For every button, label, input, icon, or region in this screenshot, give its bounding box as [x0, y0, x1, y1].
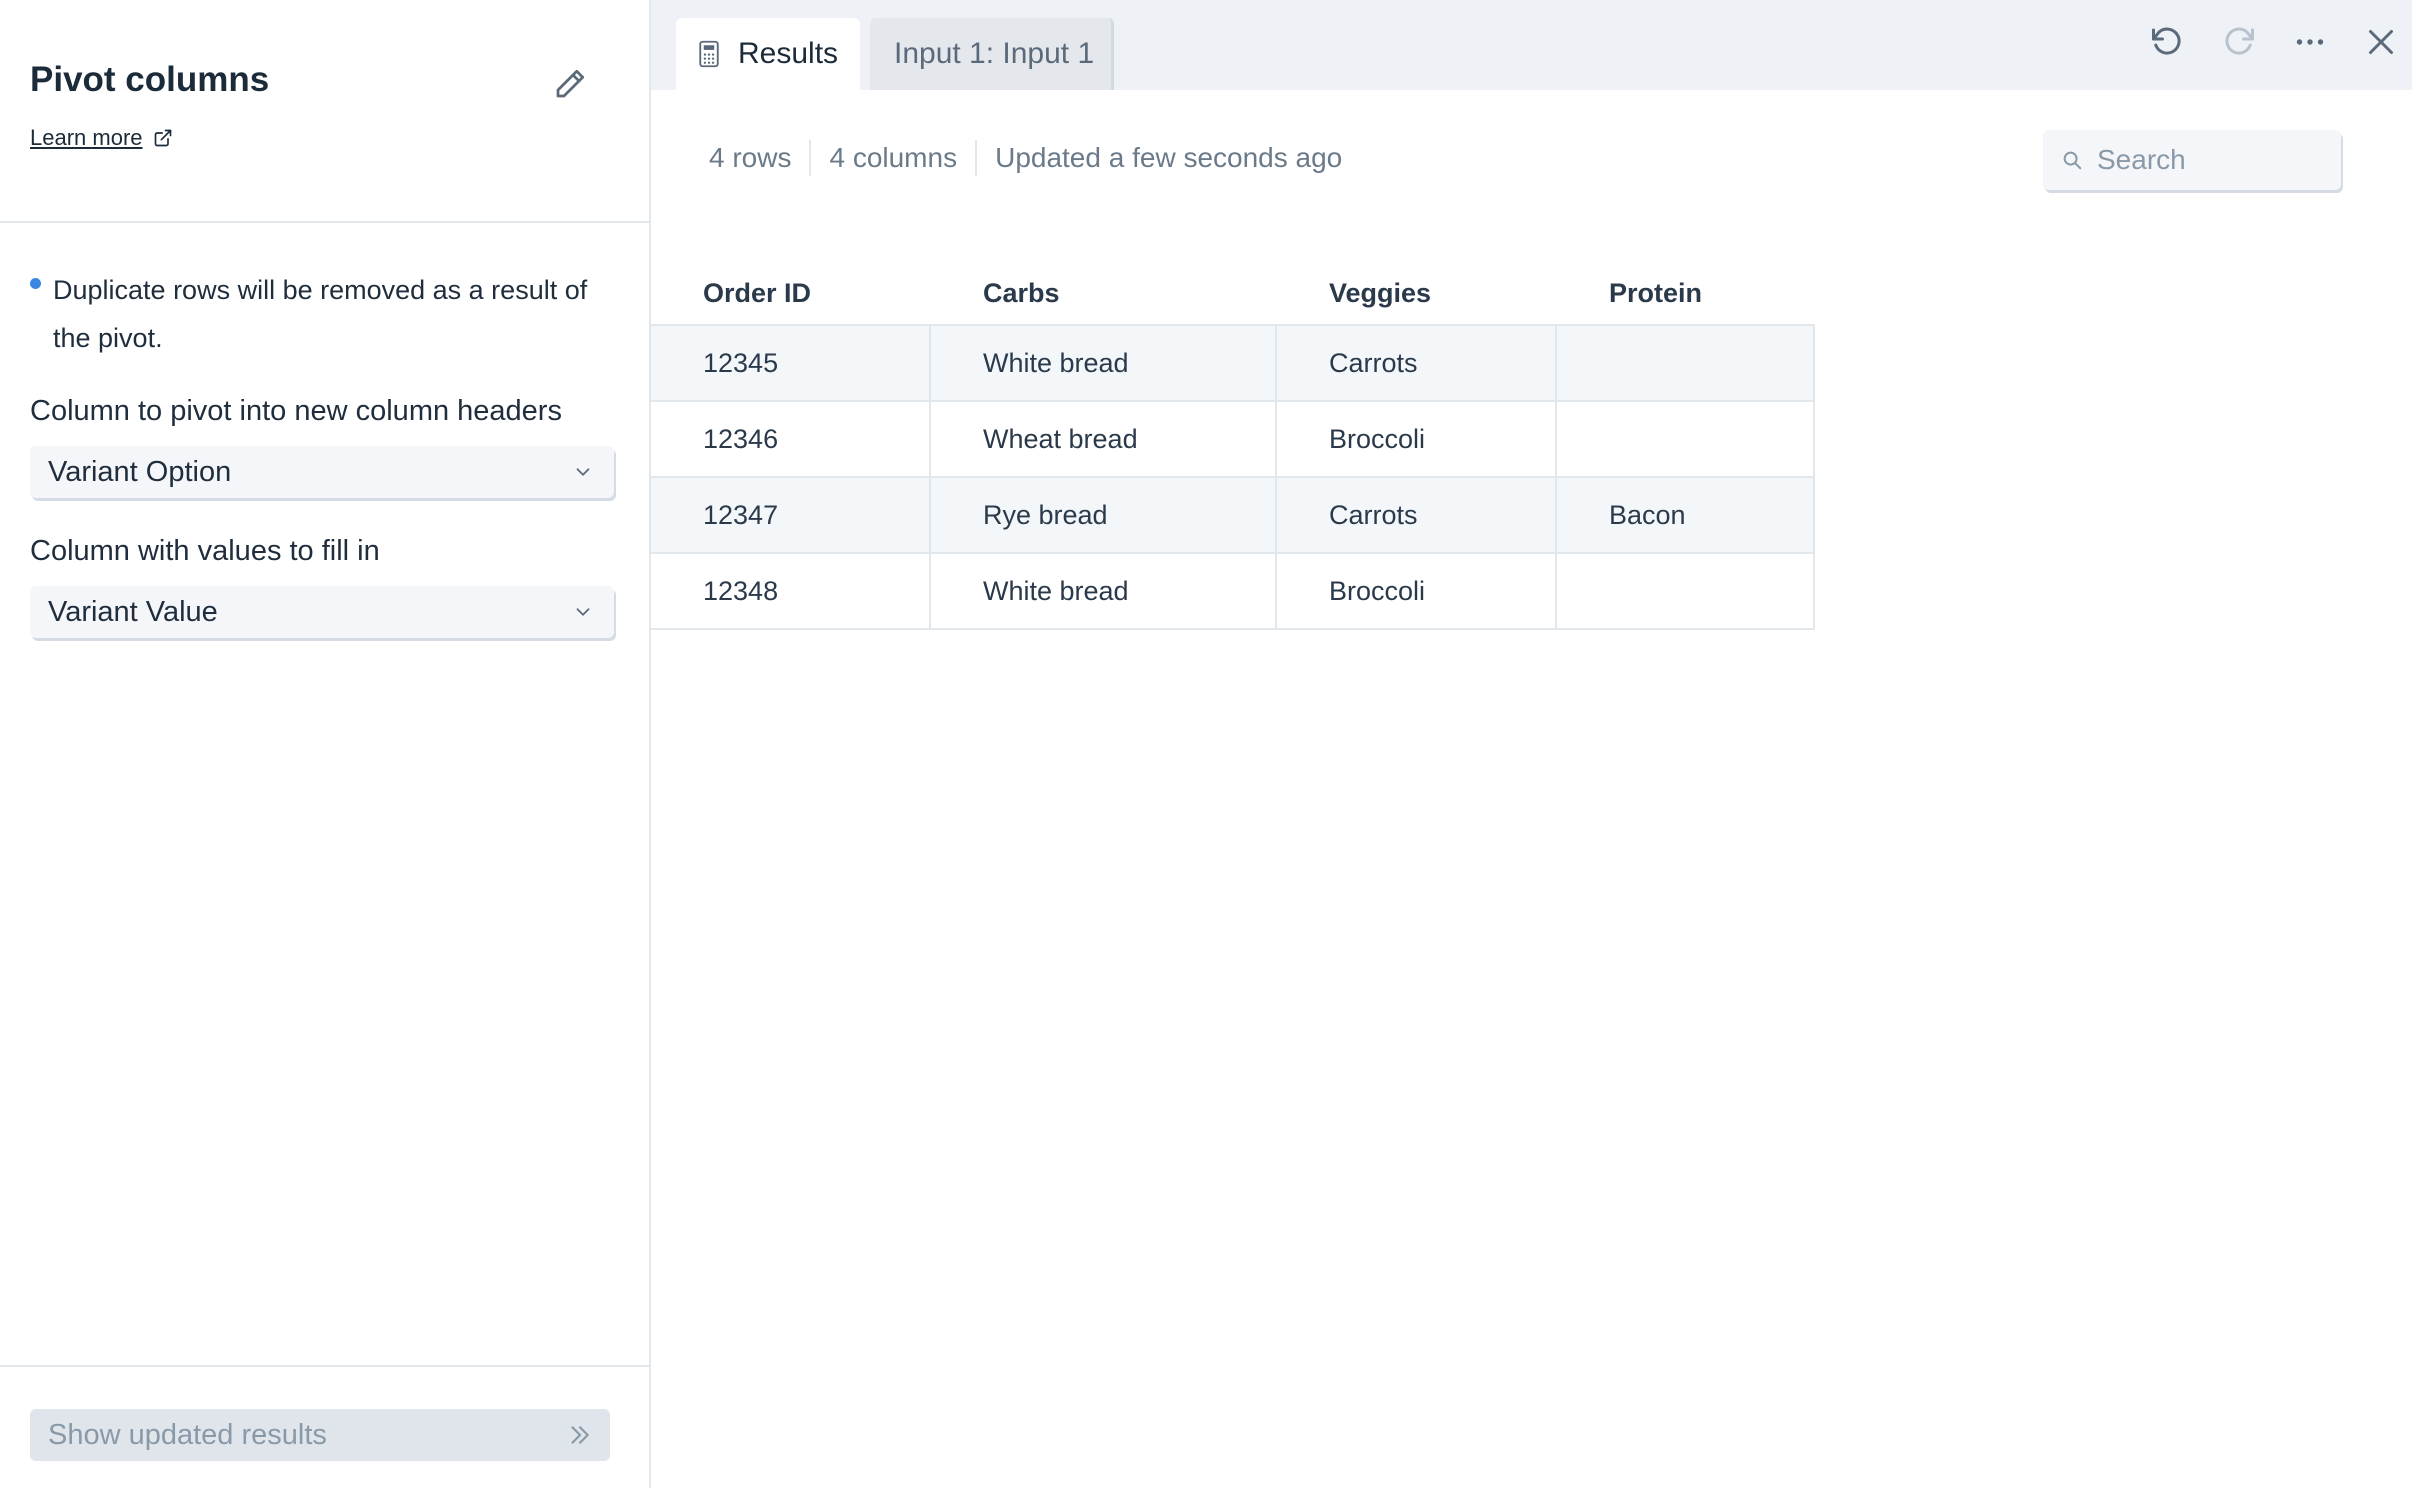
show-results-label: Show updated results: [48, 1418, 327, 1451]
panel-title: Pivot columns: [30, 60, 270, 99]
tab-bar: Results Input 1: Input 1: [651, 0, 2412, 90]
app-window: Pivot columns Learn more Duplicate rows …: [0, 0, 2412, 1488]
table-cell[interactable]: Broccoli: [1277, 554, 1557, 628]
tab-input-1[interactable]: Input 1: Input 1: [870, 18, 1114, 90]
duplicate-rows-notice: Duplicate rows will be removed as a resu…: [30, 266, 620, 362]
learn-more-link[interactable]: Learn more: [30, 125, 173, 151]
results-table: Order ID Carbs Veggies Protein 12345 Whi…: [651, 262, 1815, 630]
table-cell[interactable]: 12346: [651, 402, 931, 476]
table-header: Order ID Carbs Veggies Protein: [651, 262, 1815, 324]
table-row: 12345 White bread Carrots: [651, 326, 1815, 402]
undo-icon[interactable]: [2149, 24, 2185, 60]
table-cell[interactable]: 12347: [651, 478, 931, 552]
column-count: 4 columns: [829, 142, 958, 173]
row-count: 4 rows: [709, 142, 792, 173]
table-cell[interactable]: [1557, 554, 1815, 628]
search-box[interactable]: [2043, 130, 2341, 190]
table-cell[interactable]: [1557, 402, 1815, 476]
table-cell[interactable]: Rye bread: [931, 478, 1277, 552]
pivot-column-select[interactable]: Variant Option: [30, 446, 614, 498]
column-header-order-id[interactable]: Order ID: [651, 278, 931, 309]
show-updated-results-button[interactable]: Show updated results: [30, 1409, 610, 1461]
calculator-icon: [699, 40, 719, 68]
column-header-carbs[interactable]: Carbs: [931, 278, 1277, 309]
table-row: 12347 Rye bread Carrots Bacon: [651, 478, 1815, 554]
double-chevron-right-icon: [571, 1426, 589, 1444]
panel-footer: Show updated results: [0, 1365, 649, 1488]
table-cell[interactable]: White bread: [931, 554, 1277, 628]
table-cell[interactable]: 12348: [651, 554, 931, 628]
more-icon[interactable]: [2292, 24, 2328, 60]
table-cell[interactable]: Carrots: [1277, 326, 1557, 400]
panel-header: Pivot columns Learn more: [0, 0, 649, 223]
values-column-label: Column with values to fill in: [30, 535, 380, 567]
pivot-column-value: Variant Option: [48, 455, 232, 488]
pivot-column-label: Column to pivot into new column headers: [30, 395, 562, 427]
close-icon[interactable]: [2363, 24, 2399, 60]
tab-results-label: Results: [738, 37, 839, 70]
tab-input-1-label: Input 1: Input 1: [894, 37, 1095, 70]
table-body: 12345 White bread Carrots 12346 Wheat br…: [651, 324, 1815, 630]
table-cell[interactable]: Wheat bread: [931, 402, 1277, 476]
table-cell[interactable]: Carrots: [1277, 478, 1557, 552]
table-cell[interactable]: Broccoli: [1277, 402, 1557, 476]
column-header-protein[interactable]: Protein: [1557, 278, 1815, 309]
chevron-down-icon: [576, 468, 590, 476]
table-row: 12346 Wheat bread Broccoli: [651, 402, 1815, 478]
table-cell[interactable]: 12345: [651, 326, 931, 400]
divider: [809, 140, 812, 176]
values-column-value: Variant Value: [48, 595, 218, 628]
result-meta: 4 rows 4 columns Updated a few seconds a…: [709, 140, 1342, 176]
chevron-down-icon: [576, 608, 590, 616]
redo-icon[interactable]: [2221, 24, 2257, 60]
notice-text: Duplicate rows will be removed as a resu…: [53, 275, 588, 353]
info-dot-icon: [30, 278, 41, 289]
external-link-icon: [154, 129, 171, 147]
search-icon: [2063, 151, 2082, 170]
divider: [975, 140, 978, 176]
tab-results[interactable]: Results: [676, 18, 860, 90]
table-row: 12348 White bread Broccoli: [651, 554, 1815, 630]
table-cell[interactable]: [1557, 326, 1815, 400]
values-column-select[interactable]: Variant Value: [30, 586, 614, 638]
column-header-veggies[interactable]: Veggies: [1277, 278, 1557, 309]
learn-more-label: Learn more: [30, 125, 143, 150]
updated-timestamp: Updated a few seconds ago: [995, 142, 1343, 173]
table-cell[interactable]: Bacon: [1557, 478, 1815, 552]
search-input[interactable]: [2097, 144, 2337, 176]
results-panel: Results Input 1: Input 1 4 rows 4 column…: [651, 0, 2412, 1488]
step-config-panel: Pivot columns Learn more Duplicate rows …: [0, 0, 651, 1488]
table-cell[interactable]: White bread: [931, 326, 1277, 400]
pencil-icon[interactable]: [552, 66, 588, 102]
